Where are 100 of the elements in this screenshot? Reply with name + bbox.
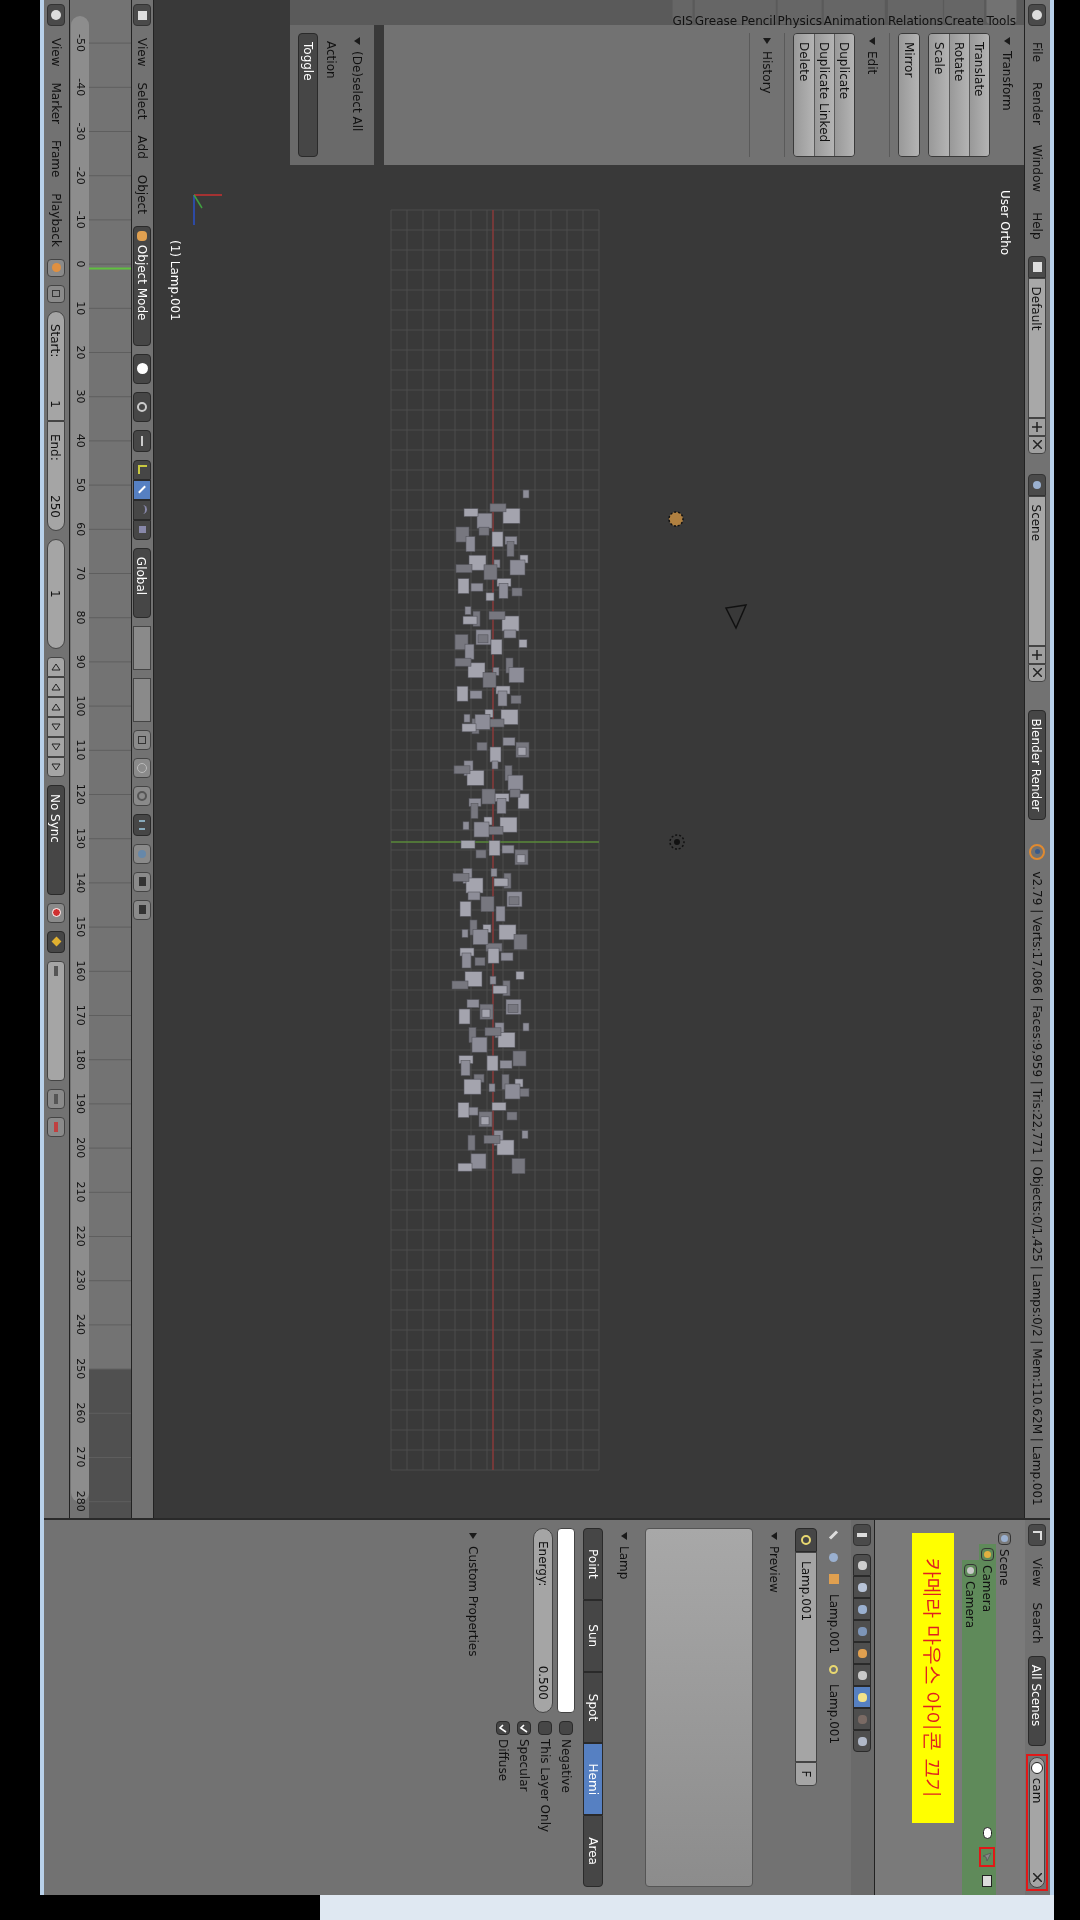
previous-key-icon[interactable] [47, 676, 66, 697]
panel-header[interactable]: Preview [761, 1528, 787, 1887]
play-icon[interactable] [47, 716, 66, 737]
datablock-field[interactable]: Lamp.001 [795, 1552, 817, 1762]
panel-header[interactable]: (De)select All [344, 33, 370, 157]
logo-icon [1029, 843, 1046, 860]
menu-item[interactable]: View [47, 34, 66, 71]
fake-user-button[interactable]: F [795, 1762, 817, 1786]
ruler-number: 20 [73, 344, 89, 362]
tool-button[interactable]: Duplicate Linked [814, 35, 834, 155]
ruler-number: 10 [73, 300, 89, 318]
record-icon[interactable] [47, 902, 66, 923]
breadcrumb-label: Lamp.001 [826, 1594, 842, 1655]
keyframe-icon[interactable] [47, 930, 66, 953]
pivot-icon[interactable] [133, 391, 152, 422]
menu-item[interactable]: View [1028, 1554, 1047, 1591]
menu-item[interactable]: Add [133, 131, 152, 163]
menu-item[interactable]: Marker [47, 78, 66, 128]
checkbox[interactable] [538, 1721, 552, 1735]
orientation-dropdown[interactable]: Global [133, 547, 152, 618]
shelf-tab[interactable]: Tools [986, 0, 1016, 24]
next-key-icon[interactable] [47, 736, 66, 757]
shelf-tab[interactable]: Grease Pencil [694, 0, 776, 24]
outliner-label: Scene [996, 1549, 1013, 1586]
display-mode-dropdown[interactable]: All Scenes [1028, 1655, 1047, 1746]
outliner-row[interactable]: Camera [962, 1560, 979, 1895]
menu-item[interactable]: Help [1028, 208, 1047, 244]
breadcrumb-label: Lamp.001 [826, 1684, 842, 1745]
panel-header[interactable]: Transform [994, 33, 1020, 157]
shelf-tab[interactable]: Relations [887, 0, 943, 24]
menu-item[interactable]: View [133, 34, 152, 71]
lamp-type-tab[interactable]: Area [583, 1815, 603, 1887]
ruler-number: 180 [73, 1047, 89, 1072]
start-frame-field[interactable]: Start: 1 [47, 310, 66, 421]
shelf-tab[interactable]: Animation [824, 0, 886, 24]
lamp-type-tab[interactable]: Spot [583, 1671, 603, 1744]
action-dropdown[interactable]: Toggle [298, 33, 318, 157]
ruler-number: 200 [73, 1136, 89, 1161]
menu-item[interactable]: Frame [47, 135, 66, 182]
ruler-number: 220 [73, 1224, 89, 1249]
sync-dropdown[interactable]: No Sync [47, 784, 66, 895]
menu-item[interactable]: Search [1028, 1598, 1047, 1648]
ruler-number: 60 [73, 521, 89, 539]
lock-icon[interactable] [133, 729, 152, 750]
jump-start-icon[interactable] [47, 656, 66, 677]
clear-icon[interactable] [1031, 1871, 1044, 1883]
energy-field[interactable]: Energy: 0.500 [533, 1528, 553, 1713]
menu-item[interactable]: Select [133, 78, 152, 124]
tool-button[interactable]: Duplicate [834, 35, 854, 155]
panel-header[interactable]: Edit [859, 33, 885, 157]
render-engine-dropdown[interactable]: Blender Render [1028, 709, 1047, 820]
shelf-tab[interactable]: GIS [672, 0, 693, 24]
eye-icon[interactable] [983, 1827, 992, 1839]
tool-button[interactable]: Delete [794, 35, 814, 155]
panel-header[interactable]: Lamp [611, 1528, 637, 1887]
ruler-number: 90 [73, 653, 89, 671]
screen-layout-dropdown[interactable]: Default [1028, 277, 1047, 418]
mode-dropdown[interactable]: Object Mode [133, 225, 152, 346]
tool-button[interactable]: Rotate [949, 35, 969, 155]
proportional-icon[interactable] [133, 757, 152, 778]
menu-item[interactable]: File [1028, 38, 1047, 67]
object-label: (1) Lamp.001 [167, 240, 183, 321]
checkbox[interactable] [559, 1721, 573, 1735]
checkbox-label: This Layer Only [537, 1739, 553, 1833]
panel-header[interactable]: History [754, 33, 780, 157]
axes-icon[interactable] [133, 459, 152, 480]
checkbox-label: Diffuse [495, 1739, 511, 1782]
current-frame-field[interactable]: 1 [47, 538, 66, 649]
layers-icon[interactable] [133, 625, 152, 670]
menu-item[interactable]: Playback [47, 189, 66, 251]
tool-button[interactable]: Translate [969, 35, 989, 155]
ruler-number: -10 [73, 209, 89, 231]
lamp-type-tab[interactable]: Sun [583, 1599, 603, 1672]
lamp-type-tab[interactable]: Point [583, 1528, 603, 1600]
end-frame-field[interactable]: End: 250 [47, 420, 66, 531]
shading-icon[interactable] [133, 353, 152, 384]
shelf-tab[interactable]: Create [944, 0, 985, 24]
checkbox[interactable] [517, 1721, 531, 1735]
layers-icon[interactable] [133, 677, 152, 722]
ruler-number: -50 [73, 33, 89, 55]
scene-dropdown[interactable]: Scene [1028, 495, 1047, 646]
tool-button[interactable]: Scale [929, 35, 949, 155]
outliner-row[interactable]: Camera [979, 1544, 996, 1895]
ruler-number: 130 [73, 826, 89, 851]
menu-item[interactable]: Object [133, 170, 152, 218]
lamp-type-tab[interactable]: Hemi [583, 1743, 603, 1816]
color-swatch[interactable] [557, 1528, 575, 1713]
panel-header[interactable]: Custom Properties [460, 1528, 486, 1887]
menu-item[interactable]: Render [1028, 78, 1047, 129]
ruler-number: 210 [73, 1180, 89, 1205]
ruler-number: -30 [73, 121, 89, 143]
play-reverse-icon[interactable] [47, 696, 66, 717]
lock-icon[interactable] [47, 284, 66, 303]
outliner-row[interactable]: Scene [996, 1528, 1013, 1895]
menu-item[interactable]: Window [1028, 140, 1047, 197]
checkbox[interactable] [496, 1721, 510, 1735]
search-field[interactable]: cam [1026, 1753, 1049, 1891]
search-value: cam [1029, 1777, 1046, 1806]
jump-end-icon[interactable] [47, 756, 66, 777]
preview-range-icon[interactable] [47, 258, 66, 277]
